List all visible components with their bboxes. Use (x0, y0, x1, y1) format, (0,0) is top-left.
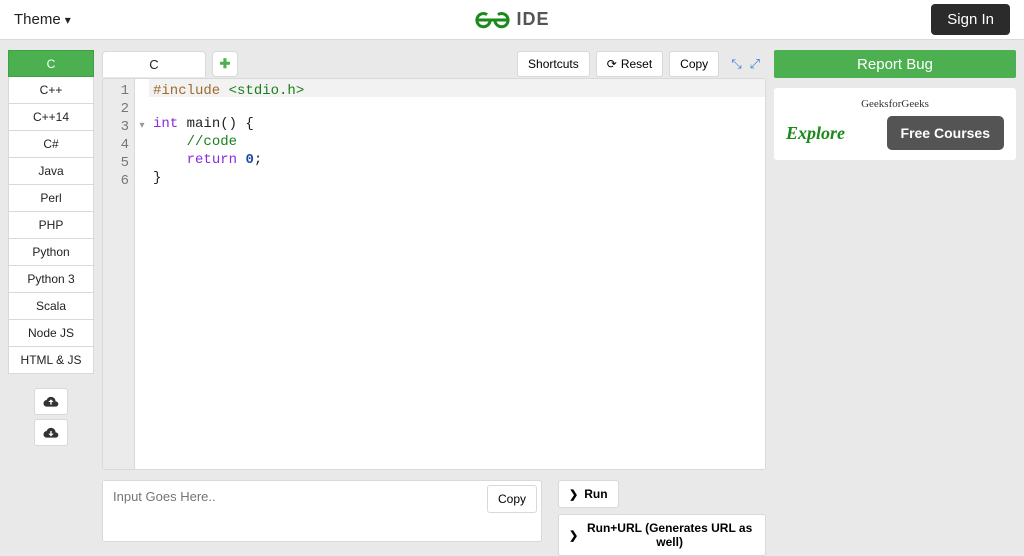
tabs-row: C ✚ Shortcuts ⟳ Reset Copy ⤡ ⤢ (102, 50, 766, 78)
header-bar: Theme ▾ IDE Sign In (0, 0, 1024, 40)
lang-item-node-js[interactable]: Node JS (8, 320, 94, 347)
cloud-up-icon (43, 396, 59, 408)
editor-pane: C ✚ Shortcuts ⟳ Reset Copy ⤡ ⤢ 123456 ▾ … (102, 50, 766, 556)
chevron-right-icon: ❯ (569, 488, 578, 501)
gfg-logo-icon (474, 9, 510, 31)
lang-item-c-[interactable]: C# (8, 131, 94, 158)
promo-brand-label: GeeksforGeeks (786, 98, 1004, 110)
ide-label: IDE (516, 9, 549, 30)
run-url-label: Run+URL (Generates URL as well) (584, 521, 755, 549)
promo-card: GeeksforGeeks Explore Free Courses (774, 88, 1016, 160)
fold-column: ▾ (135, 79, 149, 469)
copy-button[interactable]: Copy (669, 51, 719, 77)
sign-in-button[interactable]: Sign In (931, 4, 1010, 35)
stdin-panel: Copy (102, 480, 542, 542)
explore-label: Explore (786, 123, 845, 144)
lang-item-scala[interactable]: Scala (8, 293, 94, 320)
lang-item-html-js[interactable]: HTML & JS (8, 347, 94, 374)
lang-item-c-[interactable]: C++ (8, 77, 94, 104)
theme-dropdown[interactable]: Theme ▾ (14, 11, 71, 28)
chevron-right-icon: ❯ (569, 529, 578, 542)
run-url-button[interactable]: ❯ Run+URL (Generates URL as well) (558, 514, 766, 556)
expand-icon[interactable]: ⤢ (750, 56, 760, 72)
theme-label: Theme (14, 11, 61, 28)
tab-c[interactable]: C (102, 51, 206, 77)
lang-item-php[interactable]: PHP (8, 212, 94, 239)
line-gutter: 123456 (103, 79, 135, 469)
run-button[interactable]: ❯ Run (558, 480, 619, 508)
right-sidebar: Report Bug GeeksforGeeks Explore Free Co… (774, 50, 1016, 556)
code-editor[interactable]: 123456 ▾ #include <stdio.h>int main() { … (102, 78, 766, 470)
lang-item-python[interactable]: Python (8, 239, 94, 266)
add-tab-button[interactable]: ✚ (212, 51, 238, 77)
stdin-input[interactable] (103, 481, 481, 541)
language-sidebar: CC++C++14C#JavaPerlPHPPythonPython 3Scal… (8, 50, 94, 556)
cloud-download-button[interactable] (34, 419, 68, 446)
lang-item-perl[interactable]: Perl (8, 185, 94, 212)
report-bug-button[interactable]: Report Bug (774, 50, 1016, 78)
brand-logo[interactable]: IDE (474, 9, 549, 31)
run-label: Run (584, 487, 607, 501)
cloud-upload-button[interactable] (34, 388, 68, 415)
shortcuts-button[interactable]: Shortcuts (517, 51, 590, 77)
lang-item-c-14[interactable]: C++14 (8, 104, 94, 131)
refresh-icon: ⟳ (607, 57, 617, 71)
free-courses-button[interactable]: Free Courses (887, 116, 1004, 150)
plus-icon: ✚ (220, 56, 231, 72)
reset-label: Reset (621, 57, 652, 71)
cloud-down-icon (43, 427, 59, 439)
lang-item-c[interactable]: C (8, 50, 94, 77)
lang-item-java[interactable]: Java (8, 158, 94, 185)
lang-item-python-3[interactable]: Python 3 (8, 266, 94, 293)
chevron-down-icon: ▾ (65, 13, 71, 27)
copy-input-button[interactable]: Copy (487, 485, 537, 513)
reset-button[interactable]: ⟳ Reset (596, 51, 663, 77)
code-area[interactable]: #include <stdio.h>int main() { //code re… (149, 79, 765, 469)
collapse-icon[interactable]: ⤡ (731, 56, 741, 72)
